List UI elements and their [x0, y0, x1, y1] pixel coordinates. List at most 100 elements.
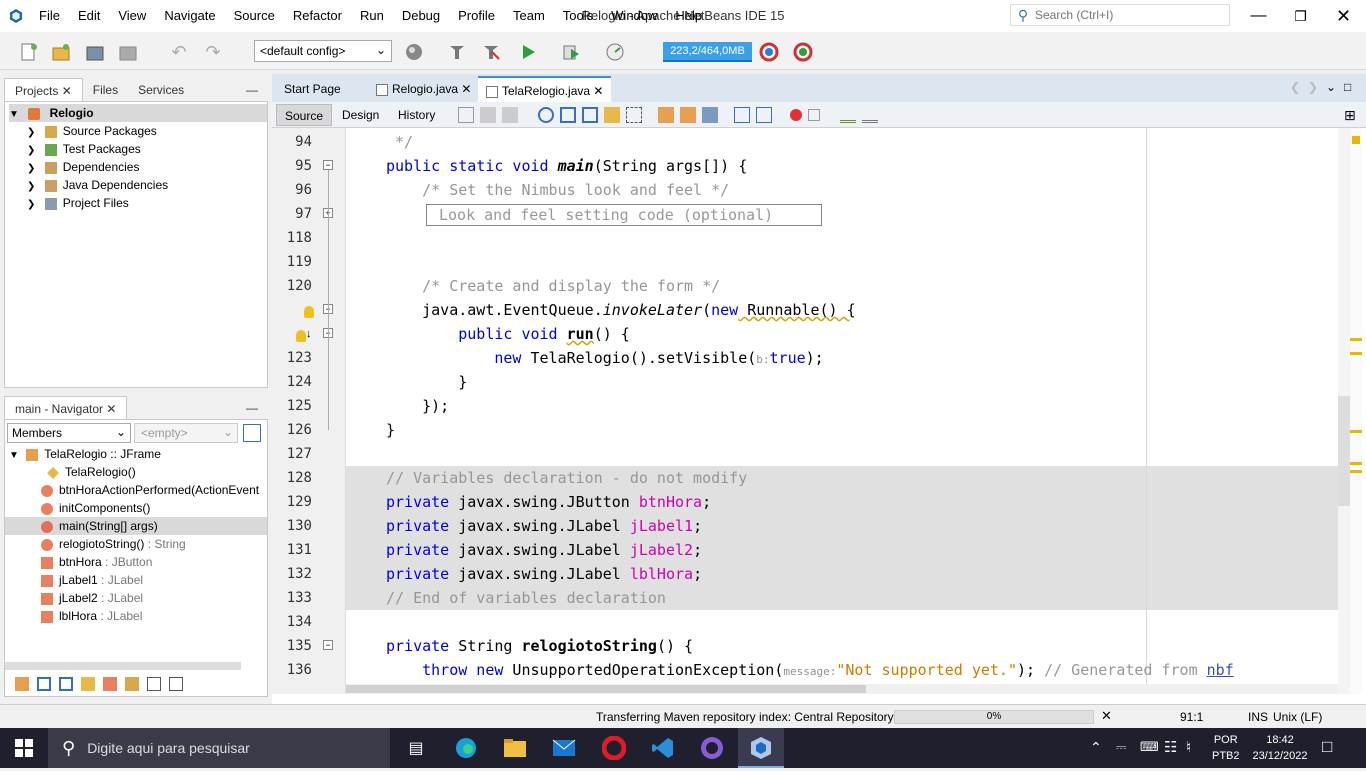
- minimize-panel-icon[interactable]: —: [236, 78, 268, 102]
- empty-select[interactable]: <empty> ⌄: [134, 423, 238, 443]
- volume-icon[interactable]: ☷: [1164, 738, 1177, 756]
- warning-marker[interactable]: [1350, 430, 1362, 433]
- tab-scroll-right-icon[interactable]: ❯: [1308, 80, 1318, 94]
- horizontal-scrollbar[interactable]: [5, 662, 241, 670]
- comment-icon[interactable]: [840, 107, 856, 123]
- toggle-rect-select-icon[interactable]: [626, 107, 642, 123]
- sort-source-icon[interactable]: [169, 677, 183, 691]
- nav-member-selected[interactable]: main(String[] args): [5, 517, 267, 535]
- tab-design[interactable]: Design: [334, 104, 387, 126]
- menu-debug[interactable]: Debug: [393, 0, 449, 32]
- sort-alpha-icon[interactable]: [147, 677, 161, 691]
- stop-macro-icon[interactable]: [808, 109, 820, 121]
- hint-bulb-icon[interactable]: [304, 306, 314, 318]
- tree-item-project-files[interactable]: ❯ Project Files: [27, 194, 129, 212]
- toggle-highlight-icon[interactable]: [604, 107, 620, 123]
- tab-start-page[interactable]: Start Page: [276, 76, 349, 102]
- prev-bookmark-icon[interactable]: [658, 107, 674, 123]
- nav-member[interactable]: initComponents(): [41, 499, 150, 517]
- nav-member[interactable]: btnHora : JButton: [41, 553, 152, 571]
- filter-nonpublic-icon[interactable]: [81, 677, 95, 691]
- override-arrow-icon[interactable]: ↓: [306, 328, 312, 340]
- chevron-down-icon[interactable]: ▼: [9, 109, 19, 120]
- new-project-icon[interactable]: [50, 41, 72, 63]
- last-edit-icon[interactable]: [458, 107, 474, 123]
- edge-icon[interactable]: [452, 734, 480, 762]
- menu-team[interactable]: Team: [504, 0, 554, 32]
- scroll-thumb[interactable]: [1338, 396, 1350, 506]
- file-explorer-icon[interactable]: [501, 734, 529, 762]
- fqn-icon[interactable]: [125, 677, 139, 691]
- minimize-button[interactable]: —: [1236, 0, 1281, 32]
- network-icon[interactable]: ⎓: [1116, 739, 1126, 755]
- close-icon[interactable]: ✕: [106, 402, 116, 416]
- language-indicator[interactable]: POR PTB2: [1212, 732, 1240, 764]
- menu-edit[interactable]: Edit: [69, 0, 109, 32]
- windows-start-icon[interactable]: [10, 734, 38, 762]
- hint-bulb-icon[interactable]: [296, 330, 306, 342]
- taskbar-search[interactable]: ⚲ Digite aqui para pesquisar: [48, 728, 390, 768]
- warning-marker[interactable]: [1350, 352, 1362, 355]
- tab-services[interactable]: Services: [128, 78, 194, 102]
- globe-icon[interactable]: [403, 41, 425, 63]
- profile-icon[interactable]: [604, 41, 626, 63]
- mail-icon[interactable]: [550, 734, 578, 762]
- menu-source[interactable]: Source: [225, 0, 284, 32]
- open-project-icon[interactable]: [84, 41, 106, 63]
- clock[interactable]: 18:42 23/12/2022: [1252, 732, 1308, 764]
- notifications-icon[interactable]: □: [1322, 737, 1332, 757]
- find-next-icon[interactable]: [582, 107, 598, 123]
- netbeans-taskbar-active[interactable]: [738, 728, 784, 768]
- warning-marker[interactable]: [1350, 338, 1362, 341]
- nav-member[interactable]: btnHoraActionPerformed(ActionEvent: [41, 481, 259, 499]
- search-input[interactable]: [1035, 8, 1225, 22]
- tab-files[interactable]: Files: [83, 78, 128, 102]
- tab-navigator[interactable]: main - Navigator ✕: [4, 396, 128, 420]
- project-root[interactable]: ▼ Relogio: [9, 104, 267, 122]
- tree-item-test-packages[interactable]: ❯ Test Packages: [27, 140, 141, 158]
- nav-member[interactable]: TelaRelogio(): [47, 463, 136, 481]
- menu-navigate[interactable]: Navigate: [155, 0, 224, 32]
- menu-refactor[interactable]: Refactor: [284, 0, 351, 32]
- nav-member[interactable]: relogiotoString() : String: [41, 535, 186, 553]
- nav-member[interactable]: jLabel1 : JLabel: [41, 571, 143, 589]
- menu-run[interactable]: Run: [351, 0, 393, 32]
- tab-source[interactable]: Source: [276, 104, 333, 126]
- tab-scroll-left-icon[interactable]: ❮: [1290, 80, 1300, 94]
- find-icon[interactable]: [538, 107, 554, 123]
- build-icon[interactable]: [446, 41, 468, 63]
- fold-collapse-icon[interactable]: −: [323, 640, 333, 650]
- tab-relogio-java[interactable]: Relogio.java ✕: [368, 76, 479, 102]
- code-area[interactable]: */ public static void main(String args[]…: [346, 128, 1366, 694]
- menu-help[interactable]: Help: [666, 0, 711, 32]
- shift-left-icon[interactable]: [734, 107, 750, 123]
- speaker-icon[interactable]: ♮: [1186, 738, 1191, 756]
- navigator-root[interactable]: ▼ TelaRelogio :: JFrame: [9, 445, 161, 463]
- next-bookmark-icon[interactable]: [680, 107, 696, 123]
- close-icon[interactable]: ✕: [593, 84, 603, 98]
- clean-build-icon[interactable]: [480, 41, 502, 63]
- vertical-scrollbar[interactable]: [1338, 128, 1350, 694]
- minimize-panel-icon[interactable]: —: [236, 396, 268, 420]
- task-view-icon[interactable]: ▤: [402, 734, 430, 762]
- close-icon[interactable]: ✕: [62, 84, 72, 98]
- tree-item-source-packages[interactable]: ❯ Source Packages: [27, 122, 157, 140]
- find-prev-icon[interactable]: [560, 107, 576, 123]
- tab-history[interactable]: History: [390, 104, 443, 126]
- tab-list-icon[interactable]: ⌄: [1326, 80, 1336, 94]
- close-icon[interactable]: ✕: [461, 82, 471, 96]
- nav-member[interactable]: lblHora : JLabel: [41, 607, 142, 625]
- tree-item-dependencies[interactable]: ❯ Dependencies: [27, 158, 139, 176]
- gc-icon[interactable]: [758, 41, 780, 63]
- menu-profile[interactable]: Profile: [449, 0, 504, 32]
- maximize-button[interactable]: ❐: [1278, 0, 1323, 32]
- warning-marker[interactable]: [1350, 462, 1362, 465]
- line-endings[interactable]: Unix (LF): [1273, 710, 1322, 724]
- warning-marker[interactable]: [1350, 470, 1362, 473]
- opera-icon[interactable]: [600, 734, 628, 762]
- close-project-icon[interactable]: [117, 41, 139, 63]
- class-icon[interactable]: [15, 677, 29, 691]
- warning-marker[interactable]: [1352, 136, 1360, 144]
- tree-item-java-dependencies[interactable]: ❯ Java Dependencies: [27, 176, 168, 194]
- config-select[interactable]: <default config> ⌄: [254, 40, 392, 62]
